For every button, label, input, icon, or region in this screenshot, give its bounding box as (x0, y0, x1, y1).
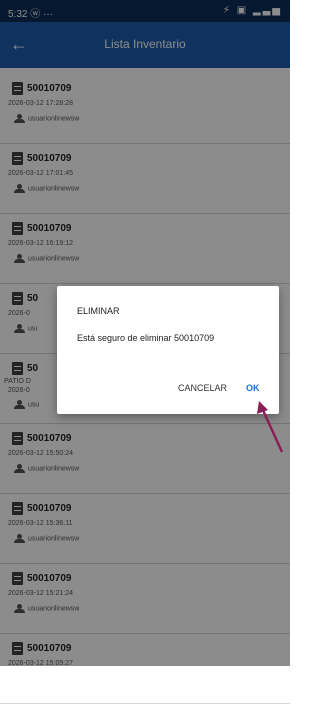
annotation-arrow (257, 401, 284, 453)
annotation-arrow-shaft (260, 407, 284, 453)
